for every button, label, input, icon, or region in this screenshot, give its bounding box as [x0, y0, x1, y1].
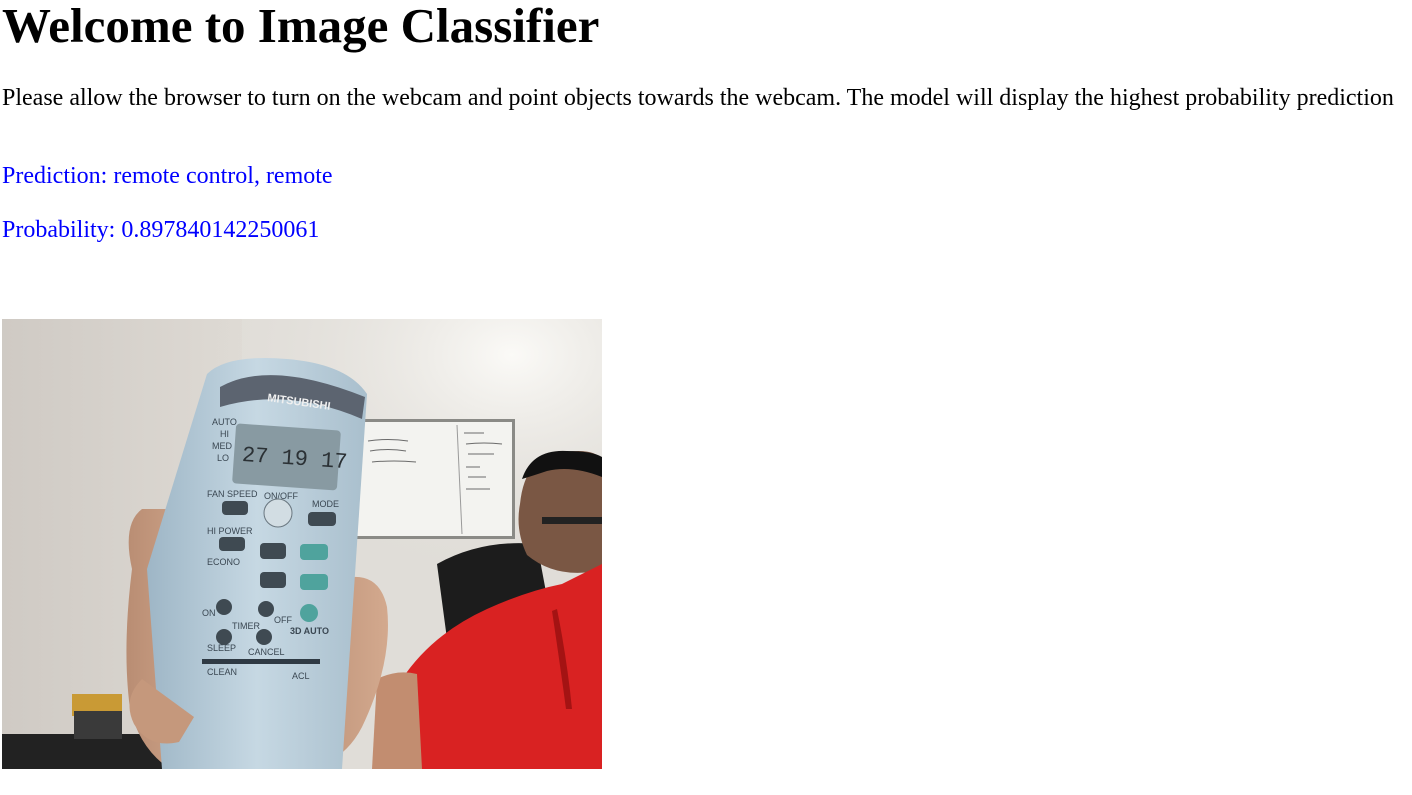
- whiteboard: [347, 419, 515, 539]
- remote-label-hi-power: HI POWER: [207, 526, 253, 536]
- remote-label-acl: ACL: [292, 671, 310, 681]
- remote-label-fan-speed: FAN SPEED: [207, 489, 258, 499]
- webcam-video: MITSUBISHI 27 19 17 AUTO HI MED LO FAN S…: [2, 319, 602, 769]
- remote-label-on: ON: [202, 608, 216, 618]
- prediction-line: Prediction: remote control, remote: [2, 162, 333, 190]
- remote-label-hi: HI: [220, 429, 229, 439]
- remote-label-econo: ECONO: [207, 557, 240, 567]
- probability-value: 0.897840142250061: [121, 217, 320, 243]
- remote-label-lo: LO: [217, 453, 229, 463]
- probability-line: Probability: 0.897840142250061: [2, 216, 319, 244]
- remote-label-timer: TIMER: [232, 621, 260, 631]
- remote-label-3d-auto: 3D AUTO: [290, 626, 329, 636]
- remote-label-auto: AUTO: [212, 417, 237, 427]
- webcam-frame: MITSUBISHI 27 19 17 AUTO HI MED LO FAN S…: [2, 319, 602, 769]
- remote-label-mode: MODE: [312, 499, 339, 509]
- probability-label: Probability:: [2, 217, 116, 243]
- prediction-label: Prediction:: [2, 163, 108, 189]
- remote-label-med: MED: [212, 441, 233, 451]
- page-title: Welcome to Image Classifier: [2, 0, 600, 53]
- remote-label-cancel: CANCEL: [248, 647, 285, 657]
- remote-label-off: OFF: [274, 615, 292, 625]
- prediction-value: remote control, remote: [113, 163, 333, 189]
- remote-label-clean: CLEAN: [207, 667, 237, 677]
- instructions-text: Please allow the browser to turn on the …: [2, 85, 1394, 111]
